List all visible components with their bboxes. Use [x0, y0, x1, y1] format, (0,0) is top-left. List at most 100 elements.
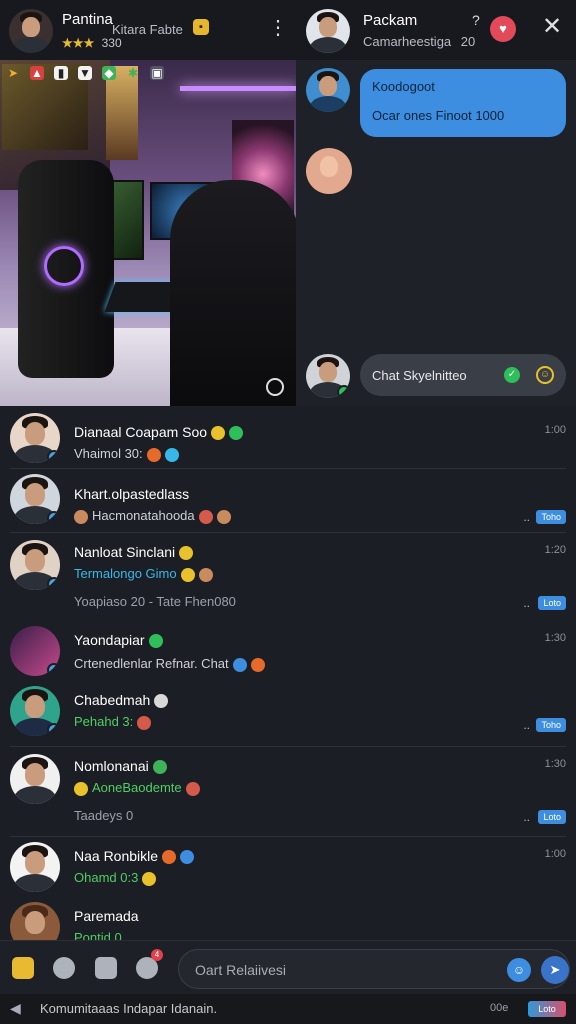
emoji-icon: [142, 871, 157, 886]
status-badge: Loto: [538, 596, 566, 610]
conversation-preview: Pontid 0: [74, 930, 122, 940]
online-status-icon: [47, 723, 60, 736]
flame-icon[interactable]: ▲: [30, 66, 44, 80]
contact-avatar: [10, 413, 60, 463]
bookmark-icon[interactable]: ▼: [78, 66, 92, 80]
conversation-list: Dianaal Coapam Soo Vhaimol 30: 1:00 Khar…: [0, 406, 576, 940]
more-icon[interactable]: ..: [523, 718, 530, 732]
more-options-icon[interactable]: ⋮: [268, 18, 288, 38]
notification-badge: 4: [151, 949, 163, 961]
heart-icon[interactable]: ♥: [490, 16, 516, 42]
contact-avatar: [10, 626, 60, 676]
arrow-icon[interactable]: ➤: [6, 66, 20, 80]
message-avatar[interactable]: [306, 354, 350, 398]
footer-text: Komumitaaas Indapar Idanain.: [40, 1001, 218, 1016]
back-arrow-icon[interactable]: ◀: [10, 1000, 21, 1017]
contact-avatar: [10, 902, 60, 940]
conversation-row[interactable]: Nanloat Sinclani Termalongo Gimo Yoapias…: [0, 536, 576, 622]
conversation-title: Nomlonanai: [74, 758, 167, 775]
gear-icon[interactable]: ✱: [126, 66, 140, 80]
conversation-preview: Ohamd 0:3: [74, 870, 157, 886]
chat-bubble-icon[interactable]: [53, 957, 75, 979]
conversation-title: Nanloat Sinclani: [74, 544, 194, 561]
conversation-preview: Termalongo Gimo: [74, 566, 213, 582]
conversation-preview: Vhaimol 30:: [74, 446, 179, 462]
streamer-name[interactable]: Pantina: [62, 11, 113, 28]
smile-icon[interactable]: ☺: [536, 366, 554, 384]
status-footer: ◀ Komumitaaas Indapar Idanain. 00e Loto: [0, 994, 576, 1024]
leaf-icon[interactable]: ◆: [102, 66, 116, 80]
chat-message-line: Koodogoot: [372, 79, 435, 94]
online-status-icon: [47, 450, 60, 463]
close-icon[interactable]: ✕: [542, 14, 562, 40]
emoji-icon: [232, 657, 247, 672]
chat-contact-avatar[interactable]: [306, 9, 350, 53]
chat-message-bubble[interactable]: Koodogoot Ocar ones Finoot 1000: [360, 69, 566, 137]
gallery-icon[interactable]: [95, 957, 117, 979]
conversation-row[interactable]: Paremada Pontid 0: [0, 900, 576, 940]
help-icon[interactable]: ?: [472, 12, 480, 28]
stream-subtitle: Kitara Fabte: [112, 22, 183, 37]
stream-toolbar: ➤ ▲ ▮ ▼ ◆ ✱ ▣: [6, 66, 164, 80]
emoji-icon: [198, 567, 213, 582]
send-icon[interactable]: ➤: [541, 956, 569, 984]
footer-tag: Loto: [528, 1001, 566, 1017]
chat-contact-name[interactable]: Packam: [363, 12, 417, 29]
more-icon[interactable]: ..: [523, 596, 530, 610]
footer-count: 00e: [490, 1002, 509, 1014]
more-icon[interactable]: ..: [523, 810, 530, 824]
emoji-icon: [179, 546, 194, 561]
streamer-avatar[interactable]: [9, 9, 53, 53]
contact-avatar: [10, 754, 60, 804]
status-badge: Toho: [536, 718, 566, 732]
conversation-row[interactable]: Dianaal Coapam Soo Vhaimol 30: 1:00: [0, 410, 576, 466]
stream-video[interactable]: ➤ ▲ ▮ ▼ ◆ ✱ ▣: [0, 60, 296, 406]
fullscreen-icon[interactable]: [266, 378, 284, 396]
emoji-icon: [152, 760, 167, 775]
neon-light: [180, 86, 296, 91]
conversation-title: Naa Ronbikle: [74, 848, 195, 865]
contact-avatar: [10, 474, 60, 524]
conversation-row[interactable]: Nomlonanai AoneBaodemte Taadeys 0 1:30 .…: [0, 750, 576, 838]
chart-icon[interactable]: ▮: [54, 66, 68, 80]
conversation-time: 1:20: [544, 544, 566, 556]
conversation-detail: Yoapiaso 20 - Tate Fhen080: [74, 594, 236, 609]
stream-meta: ★★★ 330: [62, 36, 122, 50]
emoji-icon: [229, 426, 244, 441]
online-status-icon: [47, 577, 60, 590]
emoji-picker-icon[interactable]: ☺: [507, 958, 531, 982]
music-icon[interactable]: [12, 957, 34, 979]
message-avatar[interactable]: [306, 68, 350, 112]
viewer-count: 330: [101, 36, 122, 50]
emoji-icon: [162, 850, 177, 865]
conversation-row[interactable]: Chabedmah Pehahd 3: .. Toho: [0, 684, 576, 746]
pc-case: [18, 160, 114, 378]
conversation-title: Dianaal Coapam Soo: [74, 424, 244, 441]
emoji-icon: [74, 781, 88, 796]
more-icon[interactable]: ..: [523, 510, 530, 524]
chat-suggestion-pill[interactable]: Chat Skyelnitteo ✓ ☺: [360, 354, 566, 396]
emoji-icon: [164, 447, 179, 462]
status-badge: Toho: [536, 510, 566, 524]
message-avatar[interactable]: [306, 148, 352, 194]
chat-panel: Koodogoot Ocar ones Finoot 1000 Chat Sky…: [296, 60, 576, 406]
emoji-icon: [250, 657, 265, 672]
emoji-icon: [185, 781, 200, 796]
chat-header: Packam Camarheestiga 20 ? ♥ ✕: [296, 0, 576, 60]
message-input[interactable]: [195, 959, 495, 981]
image-icon[interactable]: ▣: [150, 66, 164, 80]
online-status-icon: [47, 511, 60, 524]
contact-avatar: [10, 842, 60, 892]
emoji-icon: [74, 509, 88, 524]
emoji-icon: [198, 509, 213, 524]
streamer-silhouette: [170, 180, 296, 406]
conversation-row[interactable]: Naa Ronbikle Ohamd 0:3 1:00: [0, 840, 576, 898]
conversation-time: 1:00: [544, 424, 566, 436]
conversation-row[interactable]: Yaondapiar Crtenedlenlar Refnar. Chat 1:…: [0, 622, 576, 684]
conversation-preview: AoneBaodemte: [74, 780, 200, 796]
conversation-preview: Pehahd 3:: [74, 714, 152, 730]
emoji-icon: [154, 694, 169, 709]
chat-contact-subtitle: Camarheestiga 20: [363, 34, 476, 49]
conversation-row[interactable]: Khart.olpastedlass Hacmonatahooda .. Toh…: [0, 472, 576, 532]
composer-bar: 4 ☺ ➤: [0, 940, 576, 994]
